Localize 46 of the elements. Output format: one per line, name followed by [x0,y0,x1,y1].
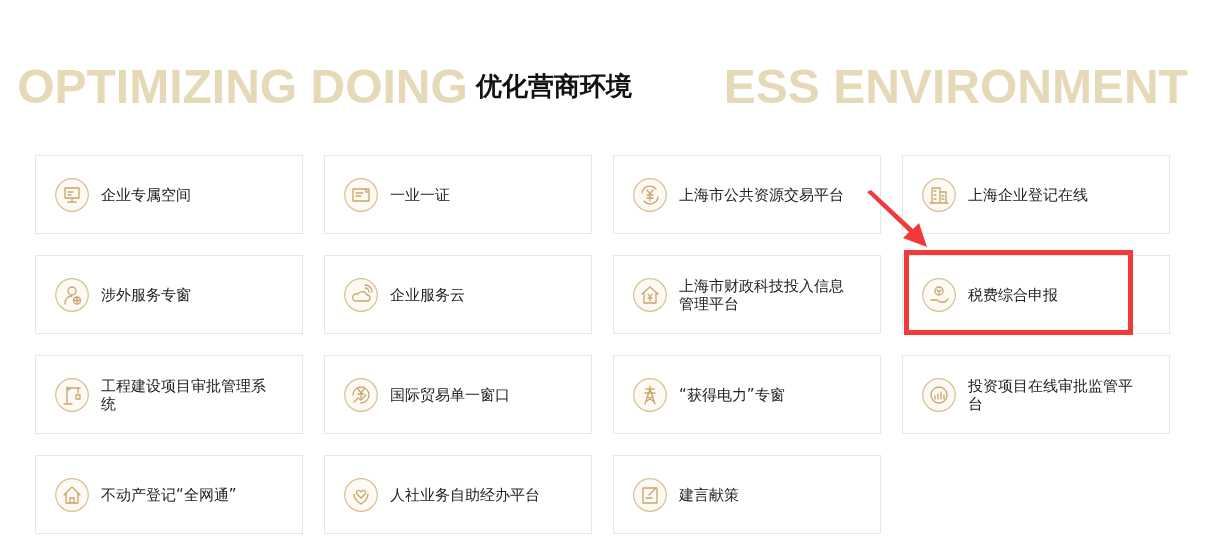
service-card[interactable]: 涉外服务专窗 [35,255,303,334]
service-card[interactable]: 企业服务云 [324,255,592,334]
person-globe-icon [55,277,89,312]
service-label: 企业服务云 [390,285,465,304]
yen-chart-icon [344,377,378,412]
service-label: 一业一证 [390,185,450,204]
monitor-icon [55,177,89,212]
service-label: 涉外服务专窗 [101,285,191,304]
section-title: 优化营商环境 [475,69,632,103]
background-heading: OPTIMIZING DOING [17,58,468,114]
service-label: “获得电力”专窗 [679,385,785,404]
background-heading: ESS ENVIRONMENT [723,58,1188,114]
crane-icon [55,377,89,412]
service-label: 上海市公共资源交易平台 [679,185,844,204]
service-card[interactable]: 国际贸易单一窗口 [324,355,592,434]
service-card[interactable]: 企业专属空间 [35,155,303,234]
service-card[interactable]: “获得电力”专窗 [613,355,881,434]
service-card[interactable]: 上海市公共资源交易平台 [613,155,881,234]
service-label: 税费综合申报 [968,285,1058,304]
hand-coin-icon [922,277,956,312]
yen-exchange-icon [633,177,667,212]
service-label: 建言献策 [679,485,739,504]
building-icon [922,177,956,212]
service-card[interactable]: 一业一证 [324,155,592,234]
service-label: 上海企业登记在线 [968,185,1088,204]
service-label: 人社业务自助经办平台 [390,485,540,504]
service-label: 企业专属空间 [101,185,191,204]
service-card[interactable]: 上海市财政科技投入信息管理平台 [613,255,881,334]
service-card[interactable]: 投资项目在线审批监管平台 [902,355,1170,434]
edit-note-icon [633,477,667,512]
service-card[interactable]: 上海企业登记在线 [902,155,1170,234]
service-card[interactable]: 工程建设项目审批管理系统 [35,355,303,434]
service-card[interactable]: 建言献策 [613,455,881,534]
service-label: 不动产登记“全网通” [101,485,237,504]
cloud-icon [344,277,378,312]
bar-chart-icon [922,377,956,412]
service-card[interactable]: 人社业务自助经办平台 [324,455,592,534]
service-card[interactable]: 不动产登记“全网通” [35,455,303,534]
service-label: 投资项目在线审批监管平台 [968,376,1134,413]
card-icon [344,177,378,212]
service-label: 上海市财政科技投入信息管理平台 [679,276,845,313]
house-icon [55,477,89,512]
house-yen-icon [633,277,667,312]
service-label: 国际贸易单一窗口 [390,385,510,404]
power-tower-icon [633,377,667,412]
service-label: 工程建设项目审批管理系统 [101,376,267,413]
